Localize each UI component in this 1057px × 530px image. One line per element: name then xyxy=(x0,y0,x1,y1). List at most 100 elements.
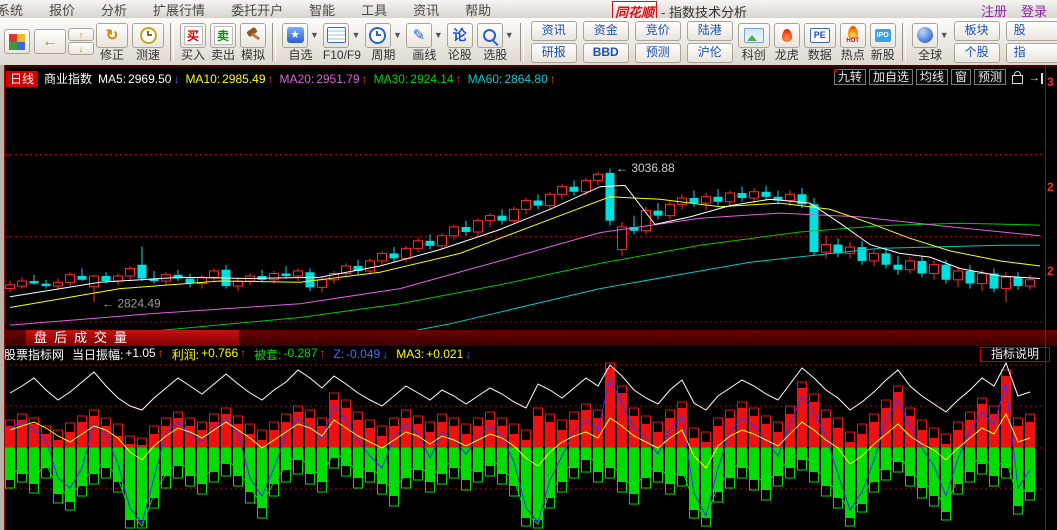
trend-arrow: ↑ xyxy=(550,72,556,86)
chart-frame-right xyxy=(1045,65,1046,530)
chevron-down-icon[interactable]: ▼ xyxy=(940,30,949,40)
trend-arrow: ↓ xyxy=(382,347,388,361)
forecast-button[interactable]: 预测 xyxy=(635,43,681,63)
stock-picker-button[interactable]: ▼ 选股 xyxy=(477,23,514,61)
trapped-readout: 被套: -0.287 ↑ xyxy=(254,346,325,363)
menu-item-analysis[interactable]: 分析 xyxy=(88,0,140,19)
toolbar-separator xyxy=(272,23,276,61)
nine-turn-button[interactable]: 九转 xyxy=(834,69,866,85)
sell-button[interactable]: 卖 卖出 xyxy=(210,23,236,61)
menu-item-tools[interactable]: 工具 xyxy=(348,0,400,19)
speed-test-button[interactable]: 测速 xyxy=(132,23,164,61)
tab-after-hours-volume[interactable]: 盘后成交量 xyxy=(26,330,239,346)
chevron-down-icon[interactable]: ▼ xyxy=(310,30,319,40)
stock-forum-button[interactable]: 论 论股 xyxy=(447,23,473,61)
window-button[interactable]: 窗 xyxy=(951,69,971,85)
menu-item-smart[interactable]: 智能 xyxy=(296,0,348,19)
trend-arrow: ↑ xyxy=(268,72,274,86)
stocks-button[interactable]: 个股 xyxy=(954,43,1000,63)
watchlist-button[interactable]: ★▼ 自选 xyxy=(282,23,319,61)
period-tag[interactable]: 日线 xyxy=(6,71,38,87)
hot-spots-button[interactable]: HOT 热点 xyxy=(840,23,866,61)
document-icon xyxy=(327,27,346,43)
back-button[interactable]: ← xyxy=(34,29,66,54)
amplitude-readout: 当日振幅: +1.05 ↑ xyxy=(72,346,164,363)
chart-frame-left xyxy=(4,65,5,530)
ma20-readout: MA20: 2951.79 ↑ xyxy=(280,72,368,86)
ipo-button[interactable]: IPO 新股 xyxy=(870,23,896,61)
menu-item-system[interactable]: 系统 xyxy=(0,0,36,19)
funds-button[interactable]: 资金 xyxy=(583,21,629,41)
london-connect-button[interactable]: 沪伦 xyxy=(687,43,733,63)
simulate-button[interactable]: 模拟 xyxy=(240,23,266,61)
toolbar-separator xyxy=(170,23,174,61)
ipo-icon: IPO xyxy=(875,29,891,42)
clock-icon xyxy=(369,27,386,44)
chevron-down-icon[interactable]: ▼ xyxy=(434,30,443,40)
star-icon: ★ xyxy=(287,27,304,43)
gavel-icon xyxy=(245,28,261,42)
sell-icon: 卖 xyxy=(214,26,233,45)
correct-button[interactable]: ↻ 修正 xyxy=(96,23,128,61)
scroll-up-button[interactable]: ↑ xyxy=(68,28,94,41)
buy-icon: 买 xyxy=(184,26,203,45)
chevron-down-icon[interactable]: ▼ xyxy=(393,30,402,40)
chevron-down-icon[interactable]: ▼ xyxy=(505,30,514,40)
trend-arrow: ↑ xyxy=(158,346,164,363)
symbol-name: 商业指数 xyxy=(44,70,92,87)
down-arrow-icon: ↓ xyxy=(79,44,84,54)
forum-icon: 论 xyxy=(453,25,467,45)
grid-icon xyxy=(9,34,25,50)
ma30-readout: MA30: 2924.14 ↑ xyxy=(374,72,462,86)
globe-icon xyxy=(917,27,933,43)
trend-arrow: ↓ xyxy=(173,72,179,86)
forecast-button[interactable]: 预测 xyxy=(974,69,1006,85)
app-window: 系统 报价 分析 扩展行情 委托开户 智能 工具 资讯 帮助 同花顺 - 指数技… xyxy=(0,0,1057,530)
menu-item-help[interactable]: 帮助 xyxy=(452,0,504,19)
sectors-button[interactable]: 板块 xyxy=(954,21,1000,41)
toolbar: ← ↑ ↓ ↻ 修正 测速 买 买入 卖 卖出 模拟 ★▼ 自选 xyxy=(0,18,1057,66)
buy-button[interactable]: 买 买入 xyxy=(180,23,206,61)
trend-arrow: ↓ xyxy=(465,347,471,361)
auction-button[interactable]: 竞价 xyxy=(635,21,681,41)
menu-item-extended[interactable]: 扩展行情 xyxy=(140,0,218,19)
toolbar-separator xyxy=(520,23,524,61)
pencil-icon: ✎ xyxy=(413,28,426,43)
dragon-tiger-button[interactable]: 龙虎 xyxy=(774,23,800,61)
indicator-header: 股票指标网 当日振幅: +1.05 ↑ 利润: +0.766 ↑ 被套: -0.… xyxy=(0,346,1057,362)
main-chart-panel: 日线 商业指数 MA5: 2969.50 ↓ MA10: 2985.49 ↑ M… xyxy=(0,65,1057,332)
indicator-help-button[interactable]: 指标说明 xyxy=(980,347,1050,362)
news-button[interactable]: 资讯 xyxy=(531,21,577,41)
pe-icon: PE xyxy=(810,28,830,43)
menu-item-news[interactable]: 资讯 xyxy=(400,0,452,19)
scroll-down-button[interactable]: ↓ xyxy=(68,42,94,55)
menu-item-broker[interactable]: 委托开户 xyxy=(218,0,296,19)
back-arrow-icon: ← xyxy=(42,33,58,51)
ma60-readout: MA60: 2864.80 ↑ xyxy=(468,72,556,86)
z-readout: Z: -0.049 ↓ xyxy=(334,347,389,361)
price-axis-label: 2 xyxy=(1047,181,1054,194)
ma-toggle-button[interactable]: 均线 xyxy=(916,69,948,85)
f10-button[interactable]: ▼ F10/F9 xyxy=(323,23,361,61)
research-button[interactable]: 研报 xyxy=(531,43,577,63)
hk-connect-button[interactable]: 陆港 xyxy=(687,21,733,41)
indicator-chart[interactable] xyxy=(5,362,1045,530)
draw-line-button[interactable]: ✎▼ 画线 xyxy=(406,23,443,61)
global-markets-button[interactable]: ▼ 全球 xyxy=(912,23,949,61)
star-market-button[interactable]: 科创 xyxy=(738,23,770,61)
indicator-tab-bar: 盘后成交量 xyxy=(0,330,1057,346)
goto-latest-icon[interactable]: → xyxy=(1029,73,1043,84)
bbd-button[interactable]: BBD xyxy=(583,43,629,63)
pe-data-button[interactable]: PE 数据 xyxy=(804,23,836,61)
add-watchlist-button[interactable]: 加自选 xyxy=(869,69,913,85)
chevron-down-icon[interactable]: ▼ xyxy=(351,30,360,40)
layout-grid-button[interactable] xyxy=(4,29,30,54)
magnifier-icon xyxy=(483,29,496,42)
clock-icon xyxy=(140,27,157,44)
period-button[interactable]: ▼ 周期 xyxy=(365,23,402,61)
lock-icon[interactable] xyxy=(1012,75,1023,84)
dragon-icon xyxy=(782,29,792,42)
ma5-readout: MA5: 2969.50 ↓ xyxy=(98,72,179,86)
indicator-source: 股票指标网 xyxy=(4,346,64,363)
menu-item-quotes[interactable]: 报价 xyxy=(36,0,88,19)
